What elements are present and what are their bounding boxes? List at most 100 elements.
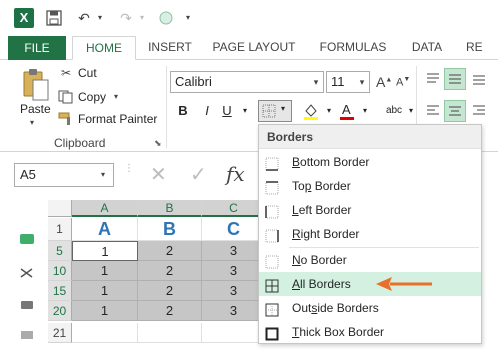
row-header[interactable]: 15	[48, 281, 72, 301]
tab-home[interactable]: HOME	[72, 36, 136, 60]
cell-a20[interactable]: 1	[72, 301, 138, 321]
format-painter-button[interactable]: Format Painter	[78, 112, 157, 126]
column-header-a[interactable]: A	[72, 200, 138, 217]
redo-icon[interactable]: ↷	[118, 10, 134, 26]
italic-icon[interactable]: I	[198, 101, 216, 121]
align-top-icon[interactable]	[424, 70, 442, 88]
menu-item-label: eft Border	[298, 203, 352, 217]
font-size-combo[interactable]: 11 ▾	[326, 71, 370, 93]
cell-a10[interactable]: 1	[72, 261, 138, 281]
menu-item-accelerator: B	[292, 155, 301, 169]
undo-icon[interactable]: ↶	[76, 10, 92, 26]
menu-item-outside-borders[interactable]: Outside Borders	[259, 296, 481, 320]
font-color-icon[interactable]: A	[338, 101, 356, 121]
fill-color-dropdown-icon[interactable]: ▾	[320, 101, 338, 121]
redo-dropdown-icon[interactable]: ▾	[134, 10, 150, 26]
cell-a15[interactable]: 1	[72, 281, 138, 301]
increase-font-icon[interactable]: A▲	[376, 74, 392, 90]
undo-dropdown-icon[interactable]: ▾	[92, 10, 108, 26]
cell-b10[interactable]: 2	[138, 261, 202, 281]
borders-dropdown-icon[interactable]: ▾	[281, 104, 285, 113]
font-name-dropdown-icon[interactable]: ▾	[309, 72, 323, 92]
align-middle-icon[interactable]	[444, 68, 466, 90]
tab-insert[interactable]: INSERT	[140, 36, 200, 60]
active-cell-a5[interactable]: 1	[72, 241, 138, 261]
cancel-entry-icon[interactable]: ✕	[150, 162, 167, 187]
menu-item-no-border[interactable]: No Border	[259, 248, 481, 272]
tab-review[interactable]: RE	[466, 36, 498, 60]
menu-item-top-border[interactable]: Top Border	[259, 174, 481, 198]
cell-b20[interactable]: 2	[138, 301, 202, 321]
font-name-combo[interactable]: Calibri ▾	[170, 71, 324, 93]
row-header[interactable]: 21	[48, 323, 72, 343]
menu-item-right-border[interactable]: Right Border	[259, 222, 481, 246]
align-right-icon[interactable]	[470, 102, 488, 120]
copy-icon[interactable]	[58, 90, 74, 104]
cell-a1[interactable]: A	[72, 218, 138, 241]
menu-item-bottom-border[interactable]: Bottom Border	[259, 150, 481, 174]
group-icon[interactable]	[18, 232, 36, 246]
fill-color-icon[interactable]	[302, 101, 320, 121]
cell-c5[interactable]: 3	[202, 241, 266, 261]
phonetic-dropdown-icon[interactable]: ▾	[402, 101, 420, 121]
tab-formulas[interactable]: FORMULAS	[312, 36, 394, 60]
cell-b5[interactable]: 2	[138, 241, 202, 261]
cut-icon[interactable]	[18, 266, 36, 280]
save-icon[interactable]	[46, 10, 62, 26]
align-center-icon[interactable]	[444, 100, 466, 122]
cut-button[interactable]: Cut	[78, 66, 97, 80]
row-header[interactable]: 1	[48, 218, 72, 241]
cell-b1[interactable]: B	[138, 218, 202, 241]
cell-b21[interactable]	[138, 323, 202, 343]
borders-button[interactable]: ▾	[258, 100, 292, 122]
underline-dropdown-icon[interactable]: ▾	[236, 101, 254, 121]
all-borders-icon	[265, 277, 279, 293]
cell-b15[interactable]: 2	[138, 281, 202, 301]
align-bottom-icon[interactable]	[470, 70, 488, 88]
copy-button[interactable]: Copy	[78, 90, 106, 104]
copy-dropdown-icon[interactable]: ▾	[114, 92, 118, 101]
excel-logo-icon: X	[14, 8, 34, 28]
cell-c15[interactable]: 3	[202, 281, 266, 301]
cell-c21[interactable]	[202, 323, 266, 343]
cut-icon[interactable]: ✂	[58, 66, 74, 80]
menu-item-label: Out	[292, 301, 312, 315]
menu-item-all-borders[interactable]: All Borders	[259, 272, 481, 296]
menu-item-thick-box-border[interactable]: Thick Box Border	[259, 320, 481, 344]
cell-c20[interactable]: 3	[202, 301, 266, 321]
touch-mode-icon[interactable]	[158, 10, 174, 26]
formula-bar-grip-icon[interactable]: ⋮	[124, 164, 134, 184]
ruler-icon[interactable]	[18, 328, 36, 342]
cell-c10[interactable]: 3	[202, 261, 266, 281]
format-painter-icon[interactable]	[58, 112, 74, 126]
column-header-b[interactable]: B	[138, 200, 202, 217]
paste-dropdown-icon[interactable]: ▾	[30, 118, 34, 127]
insert-function-icon[interactable]: fx	[226, 162, 245, 186]
row-header[interactable]: 10	[48, 261, 72, 281]
menu-item-left-border[interactable]: Left Border	[259, 198, 481, 222]
tab-data[interactable]: DATA	[402, 36, 452, 60]
paste-label[interactable]: Paste	[20, 102, 51, 116]
underline-icon[interactable]: U	[218, 101, 236, 121]
customize-qat-icon[interactable]: ▾	[180, 10, 196, 26]
enter-entry-icon[interactable]: ✓	[190, 162, 207, 187]
row-header[interactable]: 5	[48, 241, 72, 261]
clipboard-launcher-icon[interactable]: ⬊	[154, 138, 162, 149]
tab-file[interactable]: FILE	[8, 36, 66, 60]
bold-icon[interactable]: B	[174, 101, 192, 121]
select-all-corner[interactable]	[48, 200, 72, 217]
decrease-font-icon[interactable]: A▼	[396, 76, 410, 89]
column-header-c[interactable]: C	[202, 200, 266, 217]
cell-c1[interactable]: C	[202, 218, 266, 241]
align-left-icon[interactable]	[424, 102, 442, 120]
cell-a21[interactable]	[72, 323, 138, 343]
name-box[interactable]: A5 ▾	[14, 163, 114, 187]
font-name-value: Calibri	[175, 74, 212, 89]
font-color-dropdown-icon[interactable]: ▾	[356, 101, 374, 121]
row-header[interactable]: 20	[48, 301, 72, 321]
font-size-dropdown-icon[interactable]: ▾	[355, 72, 369, 92]
tab-page-layout[interactable]: PAGE LAYOUT	[204, 36, 304, 60]
paste-icon[interactable]	[22, 68, 50, 102]
eraser-icon[interactable]	[18, 298, 36, 312]
name-box-dropdown-icon[interactable]: ▾	[101, 164, 105, 186]
